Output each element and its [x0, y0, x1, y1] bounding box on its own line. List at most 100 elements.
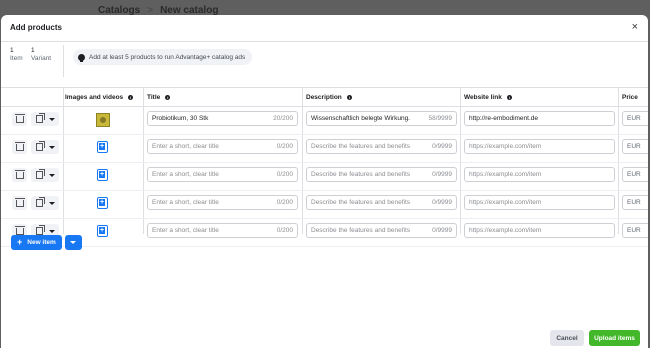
- title-placeholder: Enter a short, clear title: [152, 227, 219, 234]
- chevron-down-icon: [48, 173, 55, 177]
- info-icon[interactable]: i: [128, 94, 134, 100]
- column-description-label: Description: [306, 93, 342, 101]
- website-link-input[interactable]: http://re-embodiment.de: [464, 111, 615, 126]
- close-icon[interactable]: ×: [632, 21, 638, 33]
- title-char-count: 0/200: [276, 199, 293, 206]
- price-currency-select[interactable]: EUR: [622, 139, 648, 154]
- column-images-videos: Images and videos i: [65, 88, 134, 106]
- copy-icon: [35, 197, 45, 207]
- grid-header: Images and videos i Title i Description i W…: [1, 87, 648, 107]
- table-row: Probiotikum, 30 Stk 20/200 Wissenschaftli…: [1, 106, 648, 135]
- website-link-input[interactable]: https://example.com/item: [464, 167, 615, 182]
- price-currency-select[interactable]: EUR: [622, 195, 648, 210]
- website-link-input[interactable]: https://example.com/item: [464, 195, 615, 210]
- info-icon[interactable]: i: [346, 94, 352, 100]
- copy-icon: [35, 141, 45, 151]
- advantage-notice-text: Add at least 5 products to run Advantage…: [89, 53, 246, 61]
- title-char-count: 0/200: [276, 171, 293, 178]
- description-char-count: 0/9999: [432, 199, 452, 206]
- upload-items-button[interactable]: Upload items: [589, 330, 640, 346]
- title-placeholder: Enter a short, clear title: [152, 171, 219, 178]
- description-placeholder: Describe the features and benefits: [311, 227, 411, 234]
- description-placeholder: Describe the features and benefits: [311, 171, 411, 178]
- table-row: + Enter a short, clear title 0/200 Descri…: [1, 218, 648, 247]
- column-website-link-label: Website link: [464, 93, 502, 101]
- delete-button[interactable]: [12, 112, 27, 126]
- title-input[interactable]: Enter a short, clear title 0/200: [147, 223, 298, 238]
- title-char-count: 20/200: [273, 115, 293, 122]
- column-images-videos-label: Images and videos: [65, 93, 124, 101]
- add-media-icon[interactable]: +: [97, 141, 108, 153]
- title-input[interactable]: Enter a short, clear title 0/200: [147, 167, 298, 182]
- table-row: + Enter a short, clear title 0/200 Descri…: [1, 162, 648, 191]
- duplicate-button[interactable]: [31, 168, 59, 182]
- trash-icon: [14, 141, 25, 151]
- description-placeholder: Describe the features and benefits: [311, 143, 411, 150]
- description-char-count: 0/9999: [432, 143, 452, 150]
- item-count-label: Item: [10, 55, 23, 62]
- chevron-down-icon: [48, 201, 55, 205]
- column-title: Title i: [147, 88, 171, 106]
- table-row: + Enter a short, clear title 0/200 Descri…: [1, 190, 648, 219]
- copy-icon: [35, 113, 45, 123]
- title-input[interactable]: Enter a short, clear title 0/200: [147, 195, 298, 210]
- dialog-title: Add products: [10, 23, 62, 32]
- new-item-label: New item: [27, 239, 56, 246]
- description-input[interactable]: Describe the features and benefits 0/9999: [306, 139, 457, 154]
- price-currency-select[interactable]: EUR: [622, 111, 648, 126]
- chevron-down-icon: [48, 117, 55, 121]
- price-currency-select[interactable]: EUR: [622, 223, 648, 238]
- website-link-value: http://re-embodiment.de: [469, 115, 539, 122]
- copy-icon: [35, 225, 45, 235]
- description-value: Wissenschaftlich belegte Wirkung.: [311, 115, 410, 122]
- description-input[interactable]: Describe the features and benefits 0/9999: [306, 195, 457, 210]
- add-media-icon[interactable]: +: [97, 169, 108, 181]
- product-image-thumbnail[interactable]: [96, 113, 110, 127]
- description-input[interactable]: Describe the features and benefits 0/9999: [306, 223, 457, 238]
- price-currency-select[interactable]: EUR: [622, 167, 648, 182]
- trash-icon: [14, 169, 25, 179]
- title-placeholder: Enter a short, clear title: [152, 199, 219, 206]
- copy-icon: [35, 169, 45, 179]
- variant-count-label: Variant: [31, 55, 52, 62]
- delete-button[interactable]: [12, 196, 27, 210]
- column-description: Description i: [306, 88, 352, 106]
- delete-button[interactable]: [12, 140, 27, 154]
- description-input[interactable]: Describe the features and benefits 0/9999: [306, 167, 457, 182]
- cancel-button[interactable]: Cancel: [550, 330, 584, 346]
- website-link-placeholder: https://example.com/item: [469, 199, 542, 206]
- description-char-count: 0/9999: [432, 227, 452, 234]
- item-count-value: 1: [10, 47, 14, 54]
- chevron-down-icon: [48, 145, 55, 149]
- info-icon[interactable]: i: [165, 94, 171, 100]
- website-link-placeholder: https://example.com/item: [469, 171, 542, 178]
- website-link-input[interactable]: https://example.com/item: [464, 223, 615, 238]
- duplicate-button[interactable]: [31, 196, 59, 210]
- title-input[interactable]: Enter a short, clear title 0/200: [147, 139, 298, 154]
- website-link-placeholder: https://example.com/item: [469, 143, 542, 150]
- title-char-count: 0/200: [276, 227, 293, 234]
- duplicate-button[interactable]: [31, 112, 59, 126]
- add-media-icon[interactable]: +: [97, 197, 108, 209]
- column-price-label: Price: [622, 93, 638, 101]
- column-title-label: Title: [147, 93, 161, 101]
- add-media-icon[interactable]: +: [97, 225, 108, 237]
- variant-count: 1 Variant: [31, 47, 51, 63]
- description-char-count: 0/9999: [432, 171, 452, 178]
- new-item-button[interactable]: + New item: [11, 235, 62, 250]
- chevron-down-icon: [70, 241, 77, 244]
- new-item-control: + New item: [11, 235, 82, 250]
- table-row: + Enter a short, clear title 0/200 Descri…: [1, 134, 648, 163]
- duplicate-button[interactable]: [31, 140, 59, 154]
- description-input[interactable]: Wissenschaftlich belegte Wirkung. 58/9999: [306, 111, 457, 126]
- title-char-count: 0/200: [276, 143, 293, 150]
- delete-button[interactable]: [12, 168, 27, 182]
- advantage-notice: Add at least 5 products to run Advantage…: [73, 49, 253, 65]
- website-link-input[interactable]: https://example.com/item: [464, 139, 615, 154]
- column-price: Price: [622, 88, 638, 106]
- title-input[interactable]: Probiotikum, 30 Stk 20/200: [147, 111, 298, 126]
- info-icon[interactable]: i: [506, 94, 512, 100]
- item-count: 1 Item: [10, 47, 23, 63]
- new-item-dropdown-button[interactable]: [64, 235, 82, 250]
- trash-icon: [14, 113, 25, 123]
